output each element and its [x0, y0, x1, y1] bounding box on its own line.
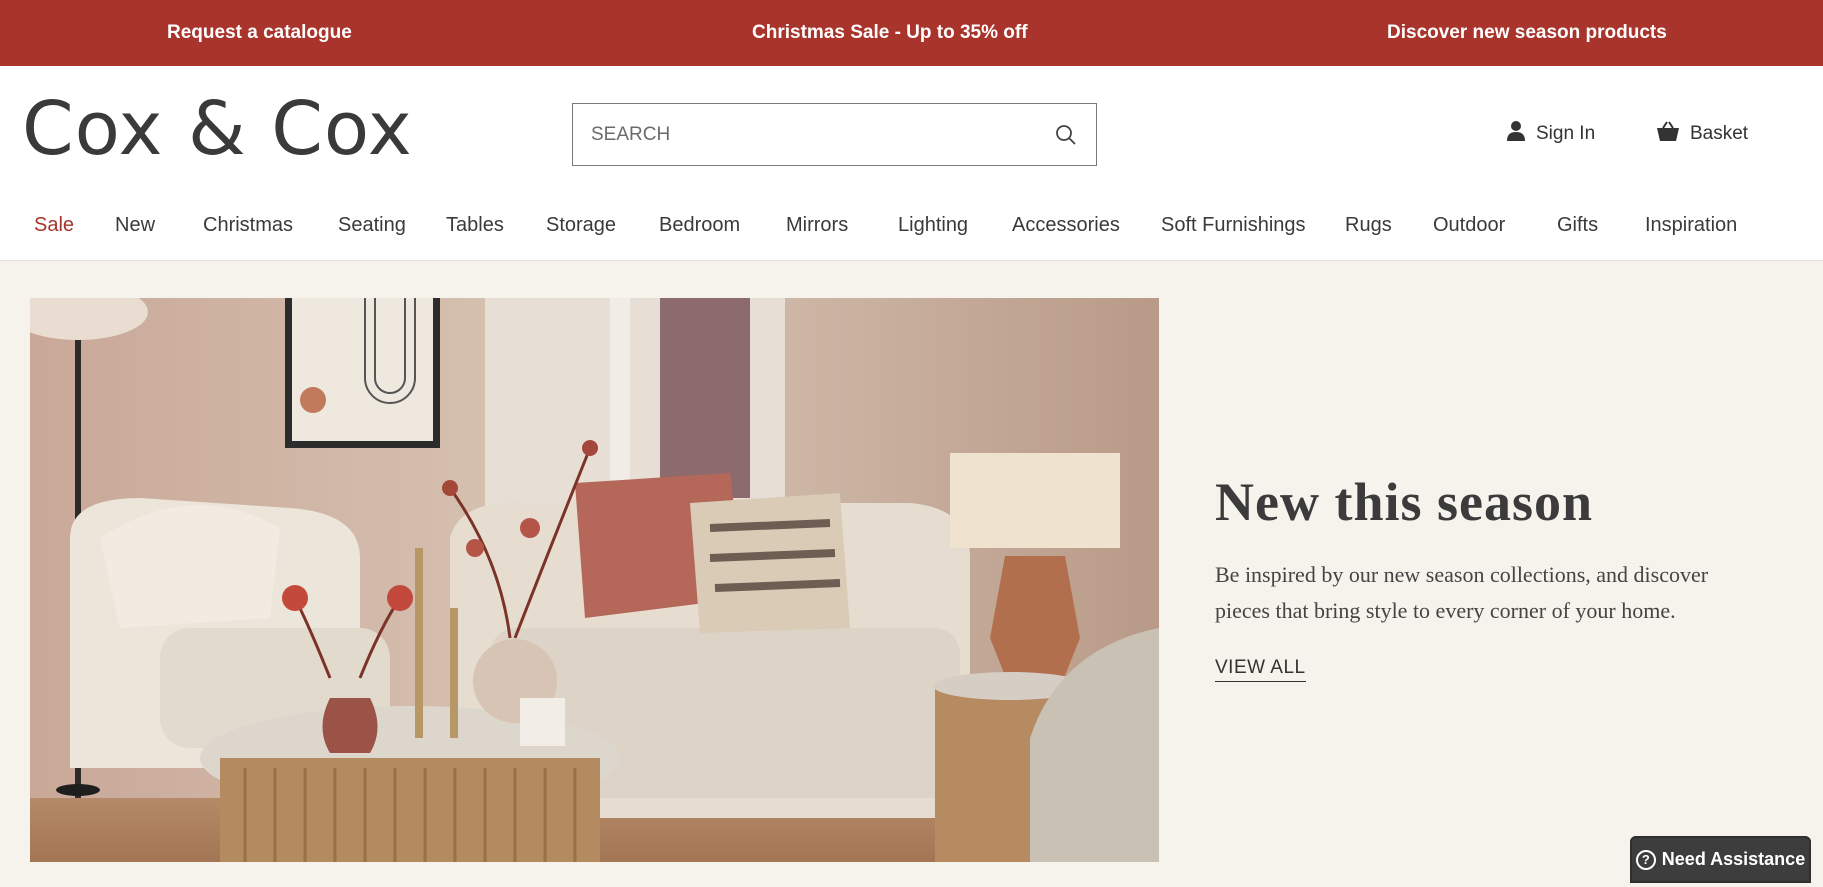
sign-in-link[interactable]: Sign In — [1506, 120, 1595, 148]
nav-item-sale[interactable]: Sale — [34, 200, 74, 250]
site-header: Cox & Cox Sign In Basket Sale — [0, 66, 1823, 261]
main-nav: Sale New Christmas Seating Tables Storag… — [0, 200, 1823, 250]
search-input[interactable] — [591, 104, 1031, 165]
search-icon[interactable] — [1054, 123, 1078, 147]
need-assistance-button[interactable]: ? Need Assistance — [1630, 836, 1811, 883]
promo-request-catalogue-link[interactable]: Request a catalogue — [167, 0, 352, 66]
promo-bar: Request a catalogue Christmas Sale - Up … — [0, 0, 1823, 66]
hero-image[interactable] — [30, 298, 1159, 862]
promo-christmas-sale-link[interactable]: Christmas Sale - Up to 35% off — [752, 0, 1028, 66]
nav-item-tables[interactable]: Tables — [446, 200, 504, 250]
hero-description: Be inspired by our new season collection… — [1215, 562, 1709, 623]
nav-item-inspiration[interactable]: Inspiration — [1645, 200, 1737, 250]
nav-item-soft-furnishings[interactable]: Soft Furnishings — [1161, 200, 1306, 250]
nav-item-christmas[interactable]: Christmas — [203, 200, 293, 250]
view-all-link[interactable]: VIEW ALL — [1215, 657, 1306, 682]
promo-new-season-link[interactable]: Discover new season products — [1387, 0, 1667, 66]
nav-item-new[interactable]: New — [115, 200, 155, 250]
nav-item-gifts[interactable]: Gifts — [1557, 200, 1598, 250]
nav-item-mirrors[interactable]: Mirrors — [786, 200, 848, 250]
nav-item-outdoor[interactable]: Outdoor — [1433, 200, 1505, 250]
nav-item-seating[interactable]: Seating — [338, 200, 406, 250]
nav-item-accessories[interactable]: Accessories — [1012, 200, 1120, 250]
main-content: New this season Be inspired by our new s… — [0, 261, 1823, 887]
help-icon: ? — [1635, 849, 1656, 870]
nav-item-storage[interactable]: Storage — [546, 200, 616, 250]
basket-icon — [1656, 120, 1680, 148]
hero-title: New this season — [1215, 472, 1594, 532]
user-icon — [1506, 120, 1526, 148]
nav-item-bedroom[interactable]: Bedroom — [659, 200, 740, 250]
site-logo[interactable]: Cox & Cox — [22, 92, 413, 166]
nav-item-lighting[interactable]: Lighting — [898, 200, 968, 250]
need-assistance-label: Need Assistance — [1661, 849, 1806, 869]
hero-text-block: New this season Be inspired by our new s… — [1215, 471, 1775, 682]
sign-in-label: Sign In — [1536, 123, 1596, 144]
nav-item-rugs[interactable]: Rugs — [1345, 200, 1392, 250]
basket-link[interactable]: Basket — [1656, 120, 1748, 148]
basket-label: Basket — [1690, 123, 1749, 144]
search-box — [572, 103, 1097, 166]
